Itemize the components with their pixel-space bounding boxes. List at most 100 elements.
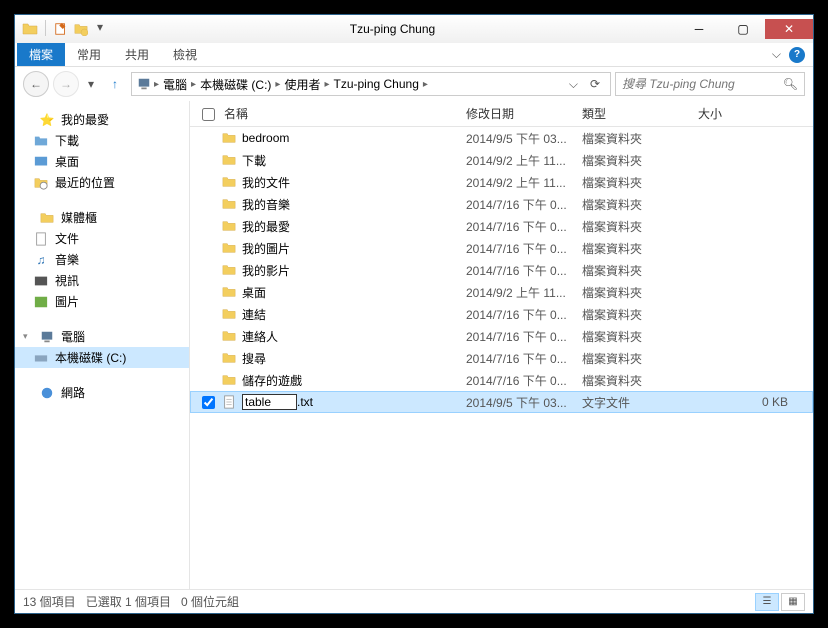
file-row-editing[interactable]: .txt 2014/9/5 下午 03... 文字文件 0 KB bbox=[190, 391, 813, 413]
file-row[interactable]: 儲存的遊戲 2014/7/16 下午 0... 檔案資料夾 bbox=[190, 369, 813, 391]
row-checkbox[interactable] bbox=[202, 396, 215, 409]
file-row[interactable]: 我的音樂 2014/7/16 下午 0... 檔案資料夾 bbox=[190, 193, 813, 215]
file-date: 2014/9/2 上午 11... bbox=[466, 152, 582, 169]
file-row[interactable]: 我的最愛 2014/7/16 下午 0... 檔案資料夾 bbox=[190, 215, 813, 237]
titlebar: ▾ Tzu-ping Chung ─ ▢ ✕ bbox=[15, 15, 813, 43]
file-date: 2014/9/2 上午 11... bbox=[466, 174, 582, 191]
crumb-users[interactable]: 使用者 bbox=[282, 76, 322, 93]
nav-computer[interactable]: ▾電腦 bbox=[15, 326, 189, 347]
nav-recent[interactable]: 最近的位置 bbox=[15, 172, 189, 193]
chevron-right-icon[interactable]: ▸ bbox=[322, 79, 331, 90]
file-list[interactable]: bedroom 2014/9/5 下午 03... 檔案資料夾 下載 2014/… bbox=[190, 127, 813, 589]
select-all-checkbox[interactable] bbox=[202, 108, 215, 121]
ribbon-expand-icon[interactable]: ⌵ bbox=[772, 47, 781, 62]
address-dropdown-icon[interactable]: ⌵ bbox=[563, 77, 584, 92]
help-icon[interactable]: ? bbox=[789, 47, 805, 63]
folder-icon bbox=[220, 372, 238, 388]
file-row[interactable]: 下載 2014/9/2 上午 11... 檔案資料夾 bbox=[190, 149, 813, 171]
back-button[interactable]: ← bbox=[23, 71, 49, 97]
nav-pictures[interactable]: 圖片 bbox=[15, 291, 189, 312]
file-row[interactable]: 我的圖片 2014/7/16 下午 0... 檔案資料夾 bbox=[190, 237, 813, 259]
file-row[interactable]: bedroom 2014/9/5 下午 03... 檔案資料夾 bbox=[190, 127, 813, 149]
crumb-computer[interactable]: 電腦 bbox=[161, 76, 189, 93]
document-icon bbox=[33, 231, 49, 247]
file-type: 檔案資料夾 bbox=[582, 284, 698, 301]
close-button[interactable]: ✕ bbox=[765, 19, 813, 39]
file-name: 桌面 bbox=[242, 284, 466, 301]
chevron-right-icon[interactable]: ▸ bbox=[273, 79, 282, 90]
folder-icon bbox=[220, 262, 238, 278]
file-name: 我的影片 bbox=[242, 262, 466, 279]
tab-view[interactable]: 檢視 bbox=[161, 43, 209, 66]
column-date[interactable]: 修改日期 bbox=[466, 105, 582, 122]
folder-icon bbox=[220, 218, 238, 234]
file-type: 檔案資料夾 bbox=[582, 306, 698, 323]
file-type: 檔案資料夾 bbox=[582, 218, 698, 235]
file-row[interactable]: 我的影片 2014/7/16 下午 0... 檔案資料夾 bbox=[190, 259, 813, 281]
history-dropdown-icon[interactable]: ▾ bbox=[83, 77, 99, 91]
chevron-right-icon[interactable]: ▸ bbox=[189, 79, 198, 90]
tab-share[interactable]: 共用 bbox=[113, 43, 161, 66]
file-row[interactable]: 桌面 2014/9/2 上午 11... 檔案資料夾 bbox=[190, 281, 813, 303]
folder-icon bbox=[220, 130, 238, 146]
file-date: 2014/7/16 下午 0... bbox=[466, 306, 582, 323]
tab-file[interactable]: 檔案 bbox=[17, 43, 65, 66]
folder-icon bbox=[220, 196, 238, 212]
file-type: 檔案資料夾 bbox=[582, 174, 698, 191]
collapse-icon[interactable]: ▾ bbox=[23, 331, 33, 342]
nav-favorites[interactable]: ⭐我的最愛 bbox=[15, 109, 189, 130]
column-type[interactable]: 類型 bbox=[582, 105, 698, 122]
file-name-editing: .txt bbox=[242, 394, 466, 410]
nav-desktop[interactable]: 桌面 bbox=[15, 151, 189, 172]
file-row[interactable]: 我的文件 2014/9/2 上午 11... 檔案資料夾 bbox=[190, 171, 813, 193]
folder-icon bbox=[220, 174, 238, 190]
maximize-button[interactable]: ▢ bbox=[721, 19, 765, 39]
status-size: 0 個位元組 bbox=[181, 593, 239, 610]
file-date: 2014/7/16 下午 0... bbox=[466, 218, 582, 235]
file-type: 檔案資料夾 bbox=[582, 130, 698, 147]
column-name[interactable]: 名稱 bbox=[220, 105, 466, 122]
refresh-icon[interactable]: ⟳ bbox=[584, 77, 606, 91]
file-date: 2014/9/5 下午 03... bbox=[466, 394, 582, 411]
minimize-button[interactable]: ─ bbox=[677, 19, 721, 39]
nav-drive-c[interactable]: 本機磁碟 (C:) bbox=[15, 347, 189, 368]
up-button[interactable]: ↑ bbox=[103, 72, 127, 96]
chevron-right-icon[interactable]: ▸ bbox=[152, 79, 161, 90]
network-icon bbox=[39, 385, 55, 401]
nav-libraries[interactable]: 媒體櫃 bbox=[15, 207, 189, 228]
forward-button[interactable]: → bbox=[53, 71, 79, 97]
nav-videos[interactable]: 視訊 bbox=[15, 270, 189, 291]
folder-icon bbox=[220, 152, 238, 168]
search-icon[interactable]: 🔍︎ bbox=[783, 77, 798, 91]
nav-downloads[interactable]: 下載 bbox=[15, 130, 189, 151]
view-tiles-button[interactable]: ▦ bbox=[781, 593, 805, 611]
rename-input[interactable] bbox=[242, 394, 297, 410]
search-input[interactable] bbox=[622, 77, 783, 91]
column-size[interactable]: 大小 bbox=[698, 105, 813, 122]
crumb-drive[interactable]: 本機磁碟 (C:) bbox=[198, 76, 273, 93]
file-row[interactable]: 連絡人 2014/7/16 下午 0... 檔案資料夾 bbox=[190, 325, 813, 347]
search-box[interactable]: 🔍︎ bbox=[615, 72, 805, 96]
file-row[interactable]: 連結 2014/7/16 下午 0... 檔案資料夾 bbox=[190, 303, 813, 325]
chevron-right-icon[interactable]: ▸ bbox=[421, 79, 430, 90]
nav-network[interactable]: 網路 bbox=[15, 382, 189, 403]
file-name: 連絡人 bbox=[242, 328, 466, 345]
file-date: 2014/7/16 下午 0... bbox=[466, 350, 582, 367]
tab-home[interactable]: 常用 bbox=[65, 43, 113, 66]
view-details-button[interactable]: ☰ bbox=[755, 593, 779, 611]
file-row[interactable]: 搜尋 2014/7/16 下午 0... 檔案資料夾 bbox=[190, 347, 813, 369]
qat-newfolder-icon[interactable] bbox=[72, 20, 90, 38]
computer-icon bbox=[39, 329, 55, 345]
file-name: 我的圖片 bbox=[242, 240, 466, 257]
address-bar[interactable]: ▸ 電腦▸ 本機磁碟 (C:)▸ 使用者▸ Tzu-ping Chung▸ ⌵ … bbox=[131, 72, 611, 96]
file-name: 我的音樂 bbox=[242, 196, 466, 213]
picture-icon bbox=[33, 294, 49, 310]
folder-icon bbox=[33, 133, 49, 149]
window-title: Tzu-ping Chung bbox=[108, 22, 677, 36]
file-type: 檔案資料夾 bbox=[582, 196, 698, 213]
crumb-current[interactable]: Tzu-ping Chung bbox=[331, 77, 420, 91]
qat-properties-icon[interactable] bbox=[52, 20, 70, 38]
qat-dropdown-icon[interactable]: ▾ bbox=[92, 20, 108, 38]
nav-documents[interactable]: 文件 bbox=[15, 228, 189, 249]
nav-music[interactable]: ♫音樂 bbox=[15, 249, 189, 270]
